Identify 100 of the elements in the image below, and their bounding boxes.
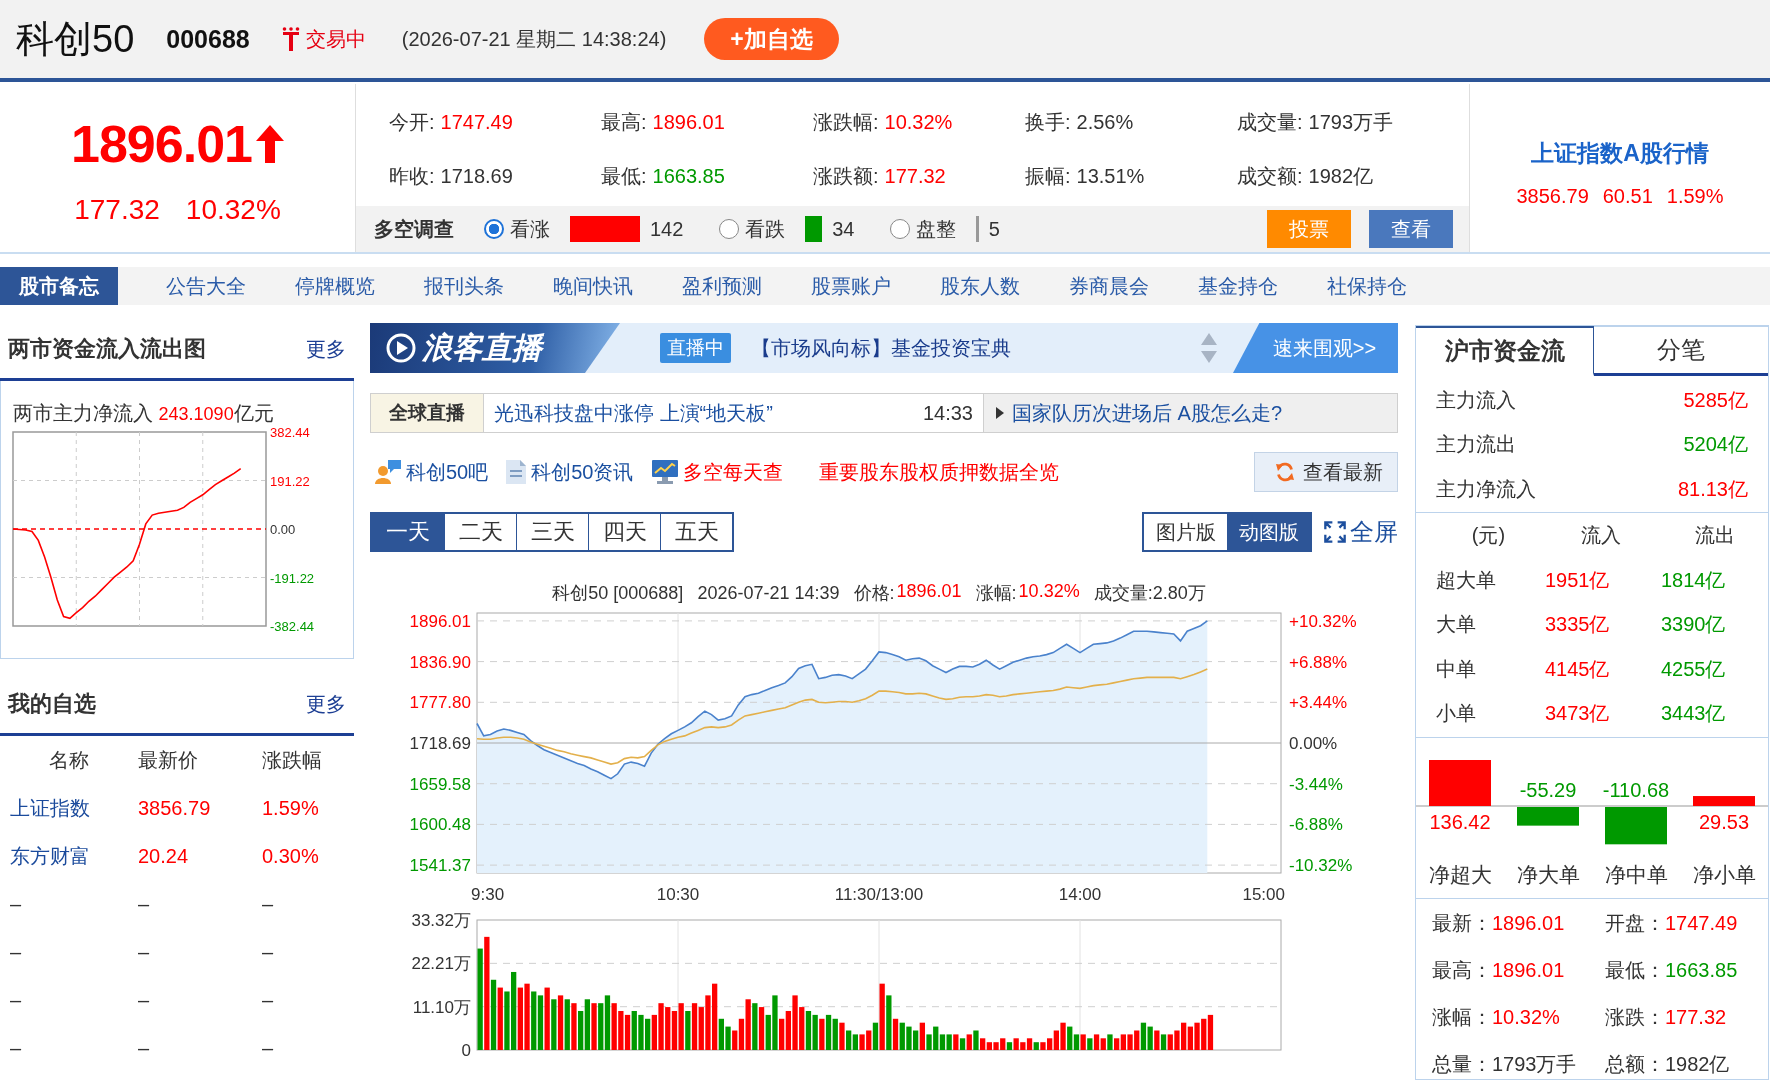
axis-label: -191.22 xyxy=(270,570,315,586)
stock-link[interactable]: 东方财富 xyxy=(10,842,90,870)
banner-headline[interactable]: 【市场风向标】基金投资宝典 xyxy=(751,334,1011,362)
vote-count: 5 xyxy=(988,217,1000,241)
stat-label: 涨跌幅: xyxy=(813,109,879,135)
nav-tab[interactable]: 股东人数 xyxy=(915,267,1044,305)
nav-tab[interactable]: 晚间快讯 xyxy=(528,267,657,305)
stat-label: 最低: xyxy=(601,163,647,189)
stock-link[interactable]: 上证指数 xyxy=(10,794,90,822)
chart-stock-label: 科创50 [000688] xyxy=(552,582,684,605)
axis-label: 191.22 xyxy=(270,473,310,489)
axis-label: 382.44 xyxy=(270,426,310,440)
table-cell-text: 4145亿 xyxy=(1545,656,1610,682)
bar-value-label: 136.42 xyxy=(1429,811,1491,833)
stat-value: 1982亿 xyxy=(1308,163,1374,189)
nav-tab[interactable]: 券商晨会 xyxy=(1044,267,1173,305)
nav-tab[interactable]: 盈利预测 xyxy=(657,267,786,305)
table-cell-text: 3335亿 xyxy=(1545,612,1610,638)
nav-tab[interactable]: 基金持仓 xyxy=(1173,267,1302,305)
axis-label: 15:00 xyxy=(1242,885,1285,904)
axis-label: 22.21万 xyxy=(411,954,471,974)
stat-value: 177.32 xyxy=(1665,1006,1727,1029)
table-cell: – xyxy=(138,892,150,916)
more-link[interactable]: 更多 xyxy=(306,335,346,363)
axis-label: 1896.01 xyxy=(409,611,471,631)
net-flow-bar xyxy=(1693,796,1755,806)
stat-label: 今开: xyxy=(389,109,435,135)
table-cell: – xyxy=(10,892,22,916)
category-label: 净超大 xyxy=(1428,863,1492,886)
quick-link[interactable]: 科创50吧 xyxy=(406,458,489,486)
axis-label: +6.88% xyxy=(1289,652,1348,672)
chart-price-value: 1896.01 xyxy=(896,581,962,603)
more-link[interactable]: 更多 xyxy=(306,690,346,718)
stat-value: 13.51% xyxy=(1076,164,1145,188)
axis-label: 33.32万 xyxy=(411,911,471,930)
fullscreen-icon xyxy=(1324,521,1346,543)
radio-button[interactable] xyxy=(890,219,911,239)
radio-button[interactable] xyxy=(719,219,740,239)
stat-value: 2.56% xyxy=(1076,110,1134,134)
nav-tab[interactable]: 股票账户 xyxy=(786,267,915,305)
flow-label: 主力流入 xyxy=(1436,387,1516,413)
document-icon xyxy=(506,460,527,484)
tower-icon xyxy=(281,27,300,51)
nav-tab[interactable]: 社保持仓 xyxy=(1302,267,1431,305)
table-cell: – xyxy=(138,940,150,964)
table-cell-text: 3443亿 xyxy=(1661,701,1726,727)
table-cell: 1.59% xyxy=(262,796,319,820)
refresh-button[interactable]: 查看最新 xyxy=(1254,452,1398,492)
axis-label: 9:30 xyxy=(471,885,505,904)
nav-tab[interactable]: 公告大全 xyxy=(141,267,270,305)
axis-label: 1541.37 xyxy=(409,856,471,876)
axis-label: 1659.58 xyxy=(409,774,471,794)
stock-code: 000688 xyxy=(166,24,250,54)
fullscreen-button[interactable]: 全屏 xyxy=(1324,512,1398,552)
stat-value: 1896.01 xyxy=(652,110,725,134)
news-link[interactable]: 光迅科技盘中涨停 上演“地天板” xyxy=(494,399,773,427)
axis-label: 0.00 xyxy=(270,522,296,537)
view-tab[interactable]: 动图版 xyxy=(1227,514,1310,550)
stat-value: 10.32% xyxy=(884,110,953,134)
nav-tab[interactable]: 停牌概览 xyxy=(270,267,399,305)
table-cell-text: 1951亿 xyxy=(1545,567,1610,593)
table-cell: – xyxy=(262,940,274,964)
panel-tab[interactable]: 沪市资金流 xyxy=(1416,326,1594,376)
axis-label: 0.00% xyxy=(1289,734,1338,753)
stat-label: 涨跌： xyxy=(1605,1005,1665,1030)
index-link[interactable]: 上证指数A股行情 xyxy=(1531,136,1709,170)
table-cell: – xyxy=(262,988,274,1012)
flow-label: 主力净流入 xyxy=(1436,476,1536,502)
quick-link[interactable]: 重要股东股权质押数据全览 xyxy=(818,458,1059,486)
row-label: 超大单 xyxy=(1436,567,1496,593)
quick-link[interactable]: 多空每天查 xyxy=(682,458,783,486)
caret-icon xyxy=(996,407,1004,419)
nav-tab[interactable]: 报刊头条 xyxy=(399,267,528,305)
table-cell: – xyxy=(138,1036,150,1060)
period-tab[interactable]: 一天 xyxy=(372,514,444,550)
axis-label: -10.32% xyxy=(1289,856,1353,876)
stat-label: 换手: xyxy=(1025,109,1071,135)
net-flow-bar xyxy=(1429,760,1491,806)
stat-label: 成交量: xyxy=(1237,109,1303,135)
axis-label: +3.44% xyxy=(1289,693,1348,713)
index-value: 60.51 xyxy=(1602,184,1653,208)
axis-label: 1718.69 xyxy=(409,734,471,753)
table-cell: 3856.79 xyxy=(138,796,211,820)
bar-value-label: 29.53 xyxy=(1698,811,1750,833)
stat-label: 最高： xyxy=(1432,958,1492,983)
panel-tab[interactable]: 分笔 xyxy=(1594,326,1768,376)
stat-value: 10.32% xyxy=(1492,1006,1560,1029)
radio-button[interactable] xyxy=(484,219,504,239)
index-value: 1.59% xyxy=(1666,184,1724,208)
quick-link[interactable]: 科创50资讯 xyxy=(531,458,634,486)
axis-label: 11:30/13:00 xyxy=(834,885,924,904)
axis-label: 1600.48 xyxy=(409,815,471,835)
stat-value: 1896.01 xyxy=(1492,912,1565,935)
nav-tab[interactable]: 股市备忘 xyxy=(0,267,118,305)
view-results-button[interactable]: 查看 xyxy=(1369,210,1453,248)
axis-label: 11.10万 xyxy=(412,997,471,1017)
table-cell-text: 1814亿 xyxy=(1661,567,1726,593)
table-cell: – xyxy=(262,892,274,916)
column-header: 名称 xyxy=(49,747,89,773)
stat-label: 最新： xyxy=(1432,911,1492,936)
